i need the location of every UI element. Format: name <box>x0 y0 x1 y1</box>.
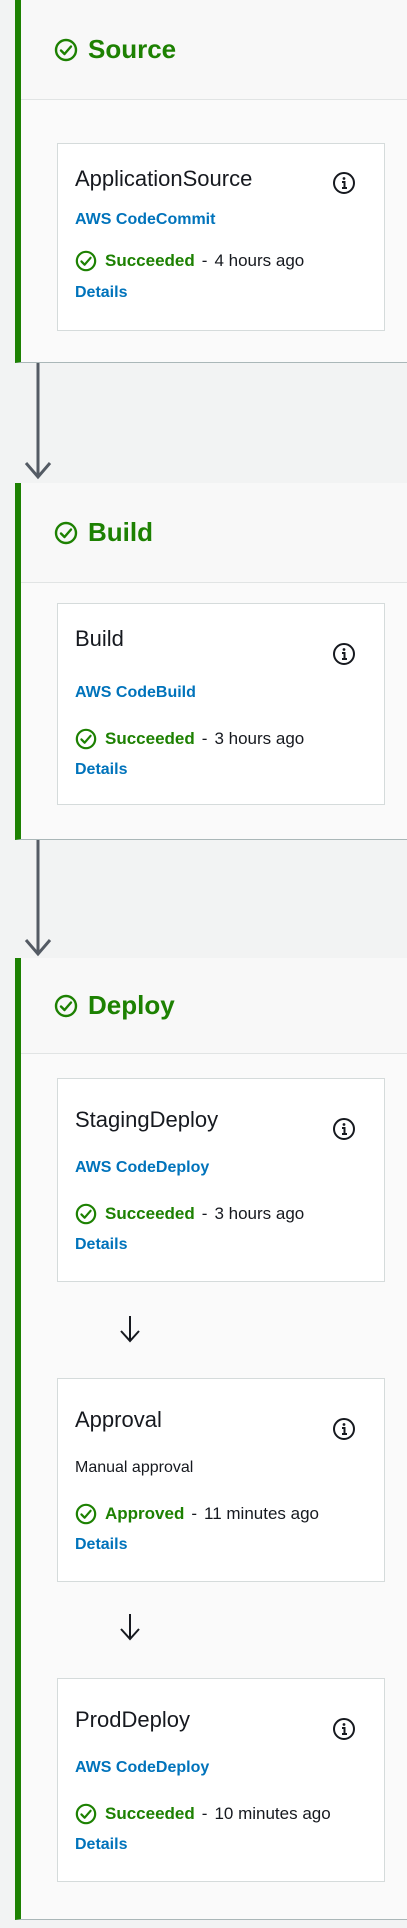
stage-title: Source <box>88 34 177 64</box>
stage-header: Source <box>21 0 407 100</box>
status-time: 3 hours ago <box>214 729 305 748</box>
status-row: Approved - 11 minutes ago <box>75 1503 319 1525</box>
info-icon[interactable] <box>332 1417 356 1441</box>
details-link[interactable]: Details <box>75 1236 127 1254</box>
action-card: ApplicationSource AWS CodeCommit Succeed… <box>57 143 385 331</box>
status-separator: - <box>201 251 208 270</box>
status-separator: - <box>201 1804 208 1823</box>
details-link[interactable]: Details <box>75 761 127 779</box>
status-text: Succeeded <box>105 1804 195 1823</box>
check-circle-icon <box>75 728 97 750</box>
stage-title: Build <box>88 517 153 547</box>
status-row: Succeeded - 10 minutes ago <box>75 1803 331 1825</box>
status-row: Succeeded - 4 hours ago <box>75 250 304 272</box>
action-provider-link[interactable]: AWS CodeBuild <box>75 684 196 702</box>
check-circle-icon <box>75 1803 97 1825</box>
status-time: 10 minutes ago <box>214 1804 331 1823</box>
status-text: Succeeded <box>105 251 195 270</box>
status-time: 11 minutes ago <box>204 1504 319 1523</box>
check-circle-icon <box>75 1203 97 1225</box>
status-separator: - <box>191 1504 198 1523</box>
info-icon[interactable] <box>332 1117 356 1141</box>
stage-source: Source ApplicationSource AWS CodeCommit … <box>15 0 407 363</box>
arrow-down-icon <box>120 1316 140 1343</box>
status-time: 4 hours ago <box>214 251 305 270</box>
action-provider-link[interactable]: AWS CodeDeploy <box>75 1759 209 1777</box>
action-name: ApplicationSource <box>75 166 253 191</box>
action-provider-link[interactable]: AWS CodeCommit <box>75 211 215 229</box>
arrow-down-icon <box>24 840 52 957</box>
check-circle-icon <box>75 250 97 272</box>
status-row: Succeeded - 3 hours ago <box>75 728 304 750</box>
info-icon[interactable] <box>332 171 356 195</box>
action-provider-link[interactable]: AWS CodeDeploy <box>75 1159 209 1177</box>
arrow-down-icon <box>120 1614 140 1641</box>
check-circle-icon <box>75 1503 97 1525</box>
action-card: Build AWS CodeBuild Succeeded - 3 hours … <box>57 603 385 805</box>
info-icon[interactable] <box>332 1717 356 1741</box>
action-subtitle: Manual approval <box>75 1459 194 1476</box>
status-text: Approved <box>105 1504 185 1523</box>
status-text: Succeeded <box>105 729 195 748</box>
stage-build: Build Build AWS CodeBuild Succeeded - 3 … <box>15 483 407 840</box>
action-name: Approval <box>75 1407 162 1432</box>
action-name: Build <box>75 626 124 651</box>
status-time: 3 hours ago <box>214 1204 305 1223</box>
stage-header: Build <box>21 483 407 583</box>
action-card: ProdDeploy AWS CodeDeploy Succeeded - 10… <box>57 1678 385 1882</box>
check-circle-icon <box>54 38 78 61</box>
details-link[interactable]: Details <box>75 1836 127 1854</box>
arrow-down-icon <box>24 363 52 480</box>
stage-header: Deploy <box>21 958 407 1054</box>
status-separator: - <box>201 1204 208 1223</box>
status-text: Succeeded <box>105 1204 195 1223</box>
check-circle-icon <box>54 994 78 1017</box>
status-row: Succeeded - 3 hours ago <box>75 1203 304 1225</box>
status-separator: - <box>201 729 208 748</box>
action-name: StagingDeploy <box>75 1107 219 1132</box>
action-name: ProdDeploy <box>75 1707 190 1732</box>
details-link[interactable]: Details <box>75 284 127 302</box>
stage-deploy: Deploy StagingDeploy AWS CodeDeploy Succ… <box>15 958 407 1920</box>
stage-title: Deploy <box>88 990 175 1020</box>
action-card: StagingDeploy AWS CodeDeploy Succeeded -… <box>57 1078 385 1282</box>
info-icon[interactable] <box>332 642 356 666</box>
details-link[interactable]: Details <box>75 1536 127 1554</box>
check-circle-icon <box>54 521 78 544</box>
action-card: Approval Manual approval Approved - 11 m… <box>57 1378 385 1582</box>
